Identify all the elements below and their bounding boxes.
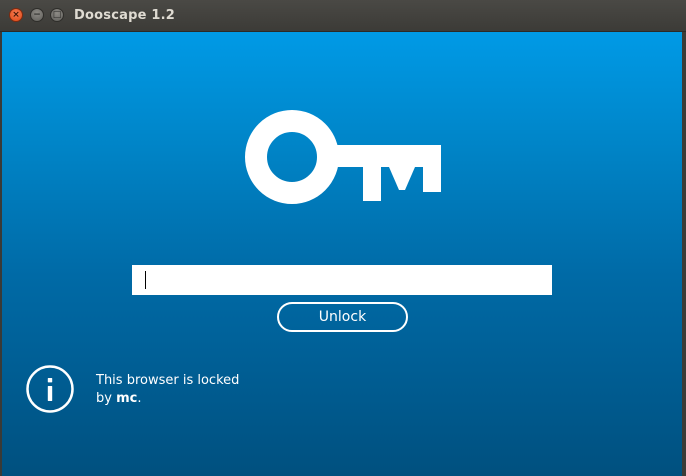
lock-message-line-1: This browser is locked — [96, 373, 240, 388]
unlock-button[interactable]: Unlock — [277, 302, 408, 332]
lock-message: This browser is locked by mc. — [96, 372, 239, 408]
window-border — [682, 32, 686, 476]
locked-by-user: mc — [116, 391, 138, 406]
key-tooth-3 — [423, 167, 441, 192]
maximize-icon: □ — [52, 9, 62, 20]
password-field[interactable] — [132, 265, 552, 295]
minimize-window-button[interactable]: − — [30, 8, 44, 22]
lock-screen — [2, 32, 682, 476]
lock-message-suffix: . — [137, 391, 142, 406]
maximize-window-button[interactable]: □ — [50, 8, 64, 22]
lock-message-by: by — [96, 391, 117, 406]
title-bar[interactable]: × − □ Dooscape 1.2 — [0, 0, 686, 32]
text-caret — [145, 271, 146, 289]
key-icon — [245, 110, 441, 204]
minimize-icon: − — [33, 9, 41, 20]
lock-message-line-2: by mc. — [96, 390, 239, 408]
app-window: × − □ Dooscape 1.2 Unlock This browser i… — [0, 0, 686, 476]
key-tooth-2 — [389, 167, 415, 190]
info-icon — [26, 365, 74, 413]
window-title: Dooscape 1.2 — [74, 8, 175, 23]
close-icon: × — [12, 9, 20, 20]
key-bow — [245, 110, 339, 204]
key-shaft — [325, 145, 441, 167]
key-tooth-1 — [363, 167, 381, 201]
close-window-button[interactable]: × — [9, 8, 23, 22]
